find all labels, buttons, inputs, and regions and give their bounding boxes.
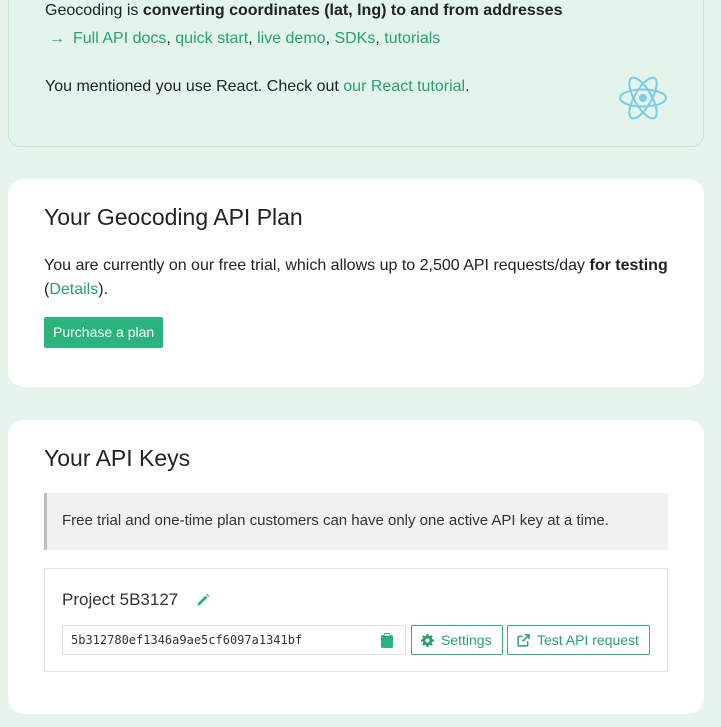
api-keys-card: Your API Keys Free trial and one-time pl… [8,420,704,714]
api-keys-title: Your API Keys [44,445,191,471]
tutorials-link[interactable]: tutorials [384,30,440,47]
details-link[interactable]: Details [49,281,98,298]
test-api-request-label: Test API request [537,632,639,648]
react-tutorial-link[interactable]: our React tutorial [343,78,465,95]
info-card: Geocoding is converting coordinates (lat… [8,0,704,147]
plan-description: You are currently on our free trial, whi… [44,257,668,298]
project-name: Project 5B3127 [62,590,179,609]
clipboard-copy-icon[interactable] [381,633,393,648]
full-api-docs-link[interactable]: Full API docs [73,30,166,47]
project-panel: Project 5B3127 5b312780ef1346a9ae5cf6097… [44,568,668,672]
test-api-request-button[interactable]: Test API request [507,625,650,655]
pencil-edit-icon[interactable] [196,593,210,607]
plan-title: Your Geocoding API Plan [44,204,303,230]
arrow-right-icon: → [49,30,65,47]
api-key-value[interactable]: 5b312780ef1346a9ae5cf6097a1341bf [71,633,302,647]
info-links: → Full API docs, quick start, live demo, … [49,30,441,47]
react-logo-icon [619,76,667,120]
external-link-icon [517,633,530,647]
api-key-notice: Free trial and one-time plan customers c… [44,493,668,550]
sdks-link[interactable]: SDKs [334,30,375,47]
settings-label: Settings [441,632,492,648]
quick-start-link[interactable]: quick start [175,30,248,47]
purchase-plan-button[interactable]: Purchase a plan [44,317,164,348]
settings-button[interactable]: Settings [411,625,503,655]
gear-icon [421,633,434,647]
api-key-field[interactable]: 5b312780ef1346a9ae5cf6097a1341bf [62,625,406,655]
info-headline: Geocoding is converting coordinates (lat… [45,2,563,19]
react-mention: You mentioned you use React. Check out o… [45,78,470,95]
plan-card: Your Geocoding API Plan You are currentl… [8,179,704,387]
live-demo-link[interactable]: live demo [257,30,325,47]
